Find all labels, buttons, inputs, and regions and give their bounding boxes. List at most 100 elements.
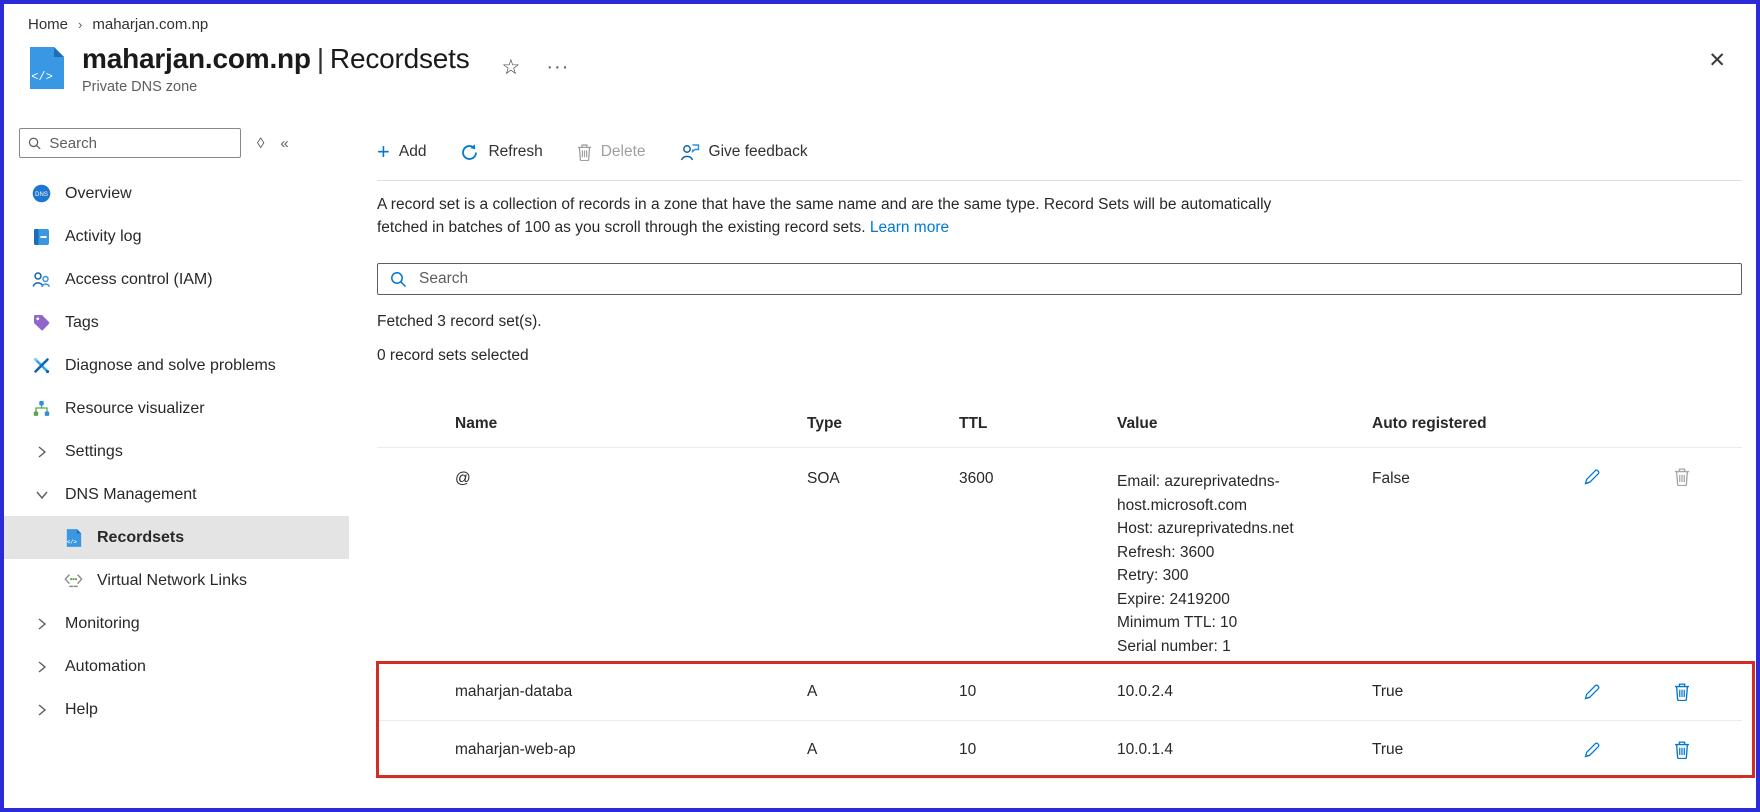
description-text: A record set is a collection of records …: [377, 196, 1272, 236]
recordsets-main-panel: + Add Refresh Delete Give feedback A rec…: [349, 114, 1756, 808]
toolbar-divider: [377, 180, 1742, 181]
title-actions: ☆ ···: [502, 55, 570, 80]
record-value: 10.0.1.4: [1117, 740, 1174, 758]
sidebar-group-automation[interactable]: Automation: [4, 645, 349, 688]
sidebar-item-tags[interactable]: Tags: [4, 301, 349, 344]
sidebar-item-label: Resource visualizer: [65, 399, 205, 417]
search-icon: [391, 271, 407, 287]
table-row-soa[interactable]: @ SOA 3600 Email: azureprivatedns- host.…: [377, 448, 1742, 663]
learn-more-link[interactable]: Learn more: [870, 219, 949, 236]
blade-name: Recordsets: [329, 43, 470, 74]
sidebar-item-recordsets[interactable]: </> Recordsets: [4, 516, 349, 559]
record-auto-registered: False: [1372, 470, 1410, 487]
chevron-right-icon: [32, 700, 51, 719]
sidebar-sort-icon[interactable]: ◊: [257, 135, 264, 152]
delete-icon: [577, 143, 591, 161]
svg-text:DNS: DNS: [35, 192, 48, 198]
resource-menu: DNS Overview Activity log Access control…: [4, 172, 349, 731]
sidebar-item-label: Tags: [65, 313, 99, 331]
table-row-webapp[interactable]: maharjan-web-ap A 10 10.0.1.4 True: [377, 721, 1742, 779]
refresh-button-label: Refresh: [488, 143, 543, 160]
column-header-ttl[interactable]: TTL: [959, 415, 1117, 447]
sidebar-search-row: ◊ «: [4, 122, 349, 162]
close-blade-icon[interactable]: ✕: [1708, 48, 1726, 73]
command-bar: + Add Refresh Delete Give feedback: [377, 130, 1742, 174]
chevron-right-icon: [32, 442, 51, 461]
record-name: @: [455, 470, 471, 487]
selected-status-text: 0 record sets selected: [377, 347, 529, 364]
resource-visualizer-icon: [32, 399, 51, 418]
overview-icon: DNS: [32, 184, 51, 203]
activity-log-icon: [32, 227, 51, 246]
sidebar-item-virtual-network-links[interactable]: Virtual Network Links: [4, 559, 349, 602]
blade-content: ◊ « DNS Overview Activity log: [4, 114, 1756, 808]
sidebar-item-diagnose[interactable]: Diagnose and solve problems: [4, 344, 349, 387]
sidebar-item-overview[interactable]: DNS Overview: [4, 172, 349, 215]
chevron-right-icon: [32, 657, 51, 676]
sidebar-item-label: Activity log: [65, 227, 142, 245]
dns-zone-icon: </>: [30, 47, 64, 89]
refresh-button[interactable]: Refresh: [460, 143, 543, 162]
sidebar-group-dns-management[interactable]: DNS Management: [4, 473, 349, 516]
favorite-star-icon[interactable]: ☆: [502, 55, 521, 80]
sidebar-item-activity-log[interactable]: Activity log: [4, 215, 349, 258]
sidebar-item-label: Monitoring: [65, 614, 140, 632]
sidebar-group-monitoring[interactable]: Monitoring: [4, 602, 349, 645]
access-control-icon: [32, 270, 51, 289]
record-ttl: 10: [959, 740, 977, 758]
sidebar-search-box: [19, 128, 241, 158]
delete-record-button[interactable]: [1637, 468, 1727, 486]
sidebar-item-label: Diagnose and solve problems: [65, 356, 276, 374]
add-button[interactable]: + Add: [377, 141, 426, 163]
breadcrumb-current[interactable]: maharjan.com.np: [92, 16, 208, 33]
sidebar-item-label: Settings: [65, 442, 123, 460]
give-feedback-button[interactable]: Give feedback: [680, 143, 808, 161]
delete-record-button[interactable]: [1637, 740, 1727, 759]
column-header-type[interactable]: Type: [807, 415, 959, 447]
more-options-icon[interactable]: ···: [546, 56, 569, 79]
edit-record-button[interactable]: [1547, 683, 1637, 701]
page-header: Home › maharjan.com.np </> maharjan.com.…: [4, 4, 1756, 114]
sidebar-item-resource-visualizer[interactable]: Resource visualizer: [4, 387, 349, 430]
delete-record-button[interactable]: [1637, 682, 1727, 701]
column-header-auto-registered[interactable]: Auto registered: [1372, 415, 1547, 447]
svg-text:</>: </>: [66, 538, 77, 545]
pencil-icon: [1584, 742, 1600, 757]
edit-record-button[interactable]: [1547, 741, 1637, 759]
chevron-right-icon: [32, 614, 51, 633]
breadcrumb-home[interactable]: Home: [28, 16, 68, 33]
record-auto-registered: True: [1372, 682, 1404, 700]
sidebar-collapse-icon[interactable]: «: [280, 135, 288, 152]
feedback-button-label: Give feedback: [708, 143, 808, 160]
trash-icon: [1675, 468, 1689, 486]
page-title: maharjan.com.np | Recordsets: [82, 43, 470, 75]
sidebar-group-settings[interactable]: Settings: [4, 430, 349, 473]
table-row-database[interactable]: maharjan-databa A 10 10.0.2.4 True: [377, 663, 1742, 721]
record-type: A: [807, 740, 818, 758]
resource-type-subtitle: Private DNS zone: [82, 79, 198, 95]
sidebar-item-access-control[interactable]: Access control (IAM): [4, 258, 349, 301]
refresh-icon: [462, 143, 478, 160]
title-text: maharjan.com.np | Recordsets Private DNS z…: [82, 43, 470, 95]
delete-button[interactable]: Delete: [577, 143, 646, 161]
record-name: maharjan-web-ap: [455, 740, 576, 758]
sidebar-search-input[interactable]: [49, 134, 232, 152]
sidebar-item-label: Virtual Network Links: [97, 571, 247, 589]
diagnose-icon: [32, 356, 51, 375]
trash-icon: [1675, 740, 1689, 759]
record-type: SOA: [807, 470, 840, 487]
search-icon: [28, 137, 41, 149]
trash-icon: [1675, 682, 1689, 701]
column-header-name[interactable]: Name: [455, 415, 807, 447]
record-value: Email: azureprivatedns- host.microsoft.c…: [1117, 473, 1294, 655]
recordsets-search-input[interactable]: [419, 270, 1729, 288]
sidebar-group-help[interactable]: Help: [4, 688, 349, 731]
sidebar-item-label: Access control (IAM): [65, 270, 213, 288]
fetched-status-text: Fetched 3 record set(s).: [377, 313, 542, 330]
feedback-icon: [680, 144, 699, 161]
column-header-value[interactable]: Value: [1117, 415, 1372, 447]
edit-record-button[interactable]: [1547, 468, 1637, 486]
sidebar-item-label: Help: [65, 700, 98, 718]
record-auto-registered: True: [1372, 740, 1404, 758]
chevron-down-icon: [32, 485, 51, 504]
